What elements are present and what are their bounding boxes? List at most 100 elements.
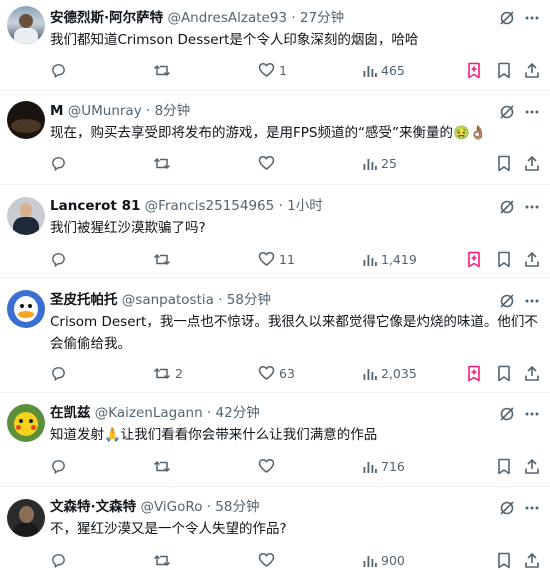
tweet-header: 在凯兹 @KaizenLagann · 42分钟 <box>50 404 490 422</box>
timestamp[interactable]: 1小时 <box>287 198 323 214</box>
user-handle[interactable]: @UMunray <box>68 103 142 119</box>
avatar[interactable] <box>7 6 45 44</box>
display-name[interactable]: 安德烈斯·阿尔萨特 <box>50 10 163 26</box>
heart-icon <box>258 62 275 78</box>
more-icon[interactable] <box>524 199 540 215</box>
tweet-actions: 11 1,419 <box>0 249 550 269</box>
timestamp[interactable]: 58分钟 <box>227 292 271 308</box>
tweet[interactable]: 文森特·文森特 @ViGoRo · 58分钟 不，猩红沙漠又是一个令人失望的作品… <box>0 487 550 568</box>
avatar[interactable] <box>7 101 45 139</box>
like-button[interactable]: 63 <box>258 363 295 383</box>
bookmark-button[interactable] <box>496 550 512 570</box>
retweet-button[interactable]: 2 <box>153 363 183 383</box>
user-handle[interactable]: @Francis25154965 <box>145 198 275 214</box>
reply-button[interactable] <box>50 456 71 476</box>
display-name[interactable]: M <box>50 103 63 119</box>
like-button[interactable] <box>258 153 279 173</box>
grok-analyze-button[interactable] <box>466 60 482 80</box>
grok-icon[interactable] <box>499 199 515 215</box>
views-button[interactable]: 465 <box>362 60 405 80</box>
reply-button[interactable] <box>50 60 71 80</box>
user-handle[interactable]: @ViGoRo <box>140 499 202 515</box>
grok-analyze-button[interactable] <box>466 363 482 383</box>
retweet-button[interactable] <box>153 249 175 269</box>
grok-analyze-button[interactable] <box>466 249 482 269</box>
reply-button[interactable] <box>50 249 71 269</box>
bookmark-icon <box>496 365 512 382</box>
reply-icon <box>50 458 67 475</box>
separator: · <box>218 292 223 308</box>
views-icon <box>362 63 377 78</box>
views-button[interactable]: 2,035 <box>362 363 417 383</box>
tweet-text: 我们被猩红沙漠欺骗了吗? <box>50 220 206 236</box>
share-button[interactable] <box>524 153 540 173</box>
bookmark-button[interactable] <box>496 153 512 173</box>
user-handle[interactable]: @sanpatostia <box>122 292 214 308</box>
more-icon[interactable] <box>524 293 540 309</box>
display-name[interactable]: 圣皮托帕托 <box>50 292 118 308</box>
tweet[interactable]: 安德烈斯·阿尔萨特 @AndresAlzate93 · 27分钟 我们都知道Cr… <box>0 0 550 91</box>
tweet-actions: 1 465 <box>0 60 550 80</box>
retweet-icon <box>153 62 171 79</box>
bookmark-button[interactable] <box>496 363 512 383</box>
grok-icon[interactable] <box>499 406 515 422</box>
views-button[interactable]: 900 <box>362 550 405 570</box>
avatar[interactable] <box>7 499 45 537</box>
grok-icon[interactable] <box>499 10 515 26</box>
bookmark-button[interactable] <box>496 456 512 476</box>
reply-button[interactable] <box>50 153 71 173</box>
timestamp[interactable]: 8分钟 <box>155 103 191 119</box>
retweet-button[interactable] <box>153 550 175 570</box>
share-button[interactable] <box>524 60 540 80</box>
like-button[interactable] <box>258 550 279 570</box>
retweet-button[interactable] <box>153 60 175 80</box>
views-button[interactable]: 1,419 <box>362 249 417 269</box>
avatar[interactable] <box>7 197 45 235</box>
tweet-header: 安德烈斯·阿尔萨特 @AndresAlzate93 · 27分钟 <box>50 9 490 27</box>
more-icon[interactable] <box>524 10 540 26</box>
heart-icon <box>258 251 275 267</box>
more-icon[interactable] <box>524 104 540 120</box>
avatar[interactable] <box>7 404 45 442</box>
avatar[interactable] <box>7 290 45 328</box>
display-name[interactable]: 文森特·文森特 <box>50 499 136 515</box>
grok-icon[interactable] <box>499 293 515 309</box>
tweet[interactable]: 圣皮托帕托 @sanpatostia · 58分钟 Crisom Desert，… <box>0 278 550 393</box>
retweet-button[interactable] <box>153 153 175 173</box>
like-button[interactable]: 11 <box>258 249 295 269</box>
retweet-button[interactable] <box>153 456 175 476</box>
bookmark-icon <box>496 62 512 79</box>
share-button[interactable] <box>524 550 540 570</box>
user-handle[interactable]: @KaizenLagann <box>95 405 203 421</box>
share-button[interactable] <box>524 456 540 476</box>
views-button[interactable]: 25 <box>362 153 397 173</box>
reply-button[interactable] <box>50 363 71 383</box>
more-icon[interactable] <box>524 500 540 516</box>
more-icon[interactable] <box>524 406 540 422</box>
tweet[interactable]: Lancerot 81 @Francis25154965 · 1小时 我们被猩红… <box>0 185 550 278</box>
retweet-icon <box>153 251 171 268</box>
share-button[interactable] <box>524 249 540 269</box>
retweet-icon <box>153 365 171 382</box>
reply-icon <box>50 251 67 268</box>
like-count: 1 <box>279 62 287 78</box>
grok-icon[interactable] <box>499 104 515 120</box>
display-name[interactable]: 在凯兹 <box>50 405 91 421</box>
bookmark-button[interactable] <box>496 60 512 80</box>
tweet-actions: 900 <box>0 550 550 570</box>
views-button[interactable]: 716 <box>362 456 405 476</box>
timestamp[interactable]: 42分钟 <box>216 405 260 421</box>
tweet-actions: 716 <box>0 456 550 476</box>
bookmark-button[interactable] <box>496 249 512 269</box>
tweet[interactable]: 在凯兹 @KaizenLagann · 42分钟 知道发射🙏让我们看看你会带来什… <box>0 393 550 487</box>
display-name[interactable]: Lancerot 81 <box>50 198 140 214</box>
share-button[interactable] <box>524 363 540 383</box>
reply-button[interactable] <box>50 550 71 570</box>
grok-icon[interactable] <box>499 500 515 516</box>
user-handle[interactable]: @AndresAlzate93 <box>167 10 287 26</box>
timestamp[interactable]: 58分钟 <box>215 499 259 515</box>
timestamp[interactable]: 27分钟 <box>300 10 344 26</box>
like-button[interactable]: 1 <box>258 60 287 80</box>
like-button[interactable] <box>258 456 279 476</box>
tweet[interactable]: M @UMunray · 8分钟 现在，购买去享受即将发布的游戏，是用FPS频道… <box>0 91 550 185</box>
